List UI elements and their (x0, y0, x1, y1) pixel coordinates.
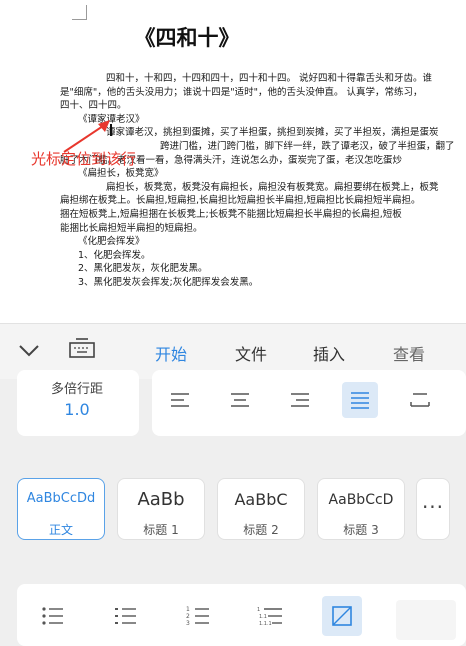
style-normal[interactable]: AaBbCcDd 正文 (17, 478, 105, 540)
align-justify-button[interactable] (342, 382, 378, 418)
style-sample: AaBbC (234, 490, 288, 509)
doc-line: 扁担绑在板凳上。长扁担,短扁担,长扁担比短扁担长半扁担,短扁担比长扁担短半扁担。 (60, 195, 421, 207)
style-name: 标题 1 (143, 523, 179, 537)
doc-line: 四和十，十和四，十四和四十，四十和十四。 说好四和十得靠舌头和牙齿。谁 (106, 73, 433, 84)
multilevel-list-button[interactable]: 1 1.1 1.1.1 (252, 596, 292, 636)
svg-text:1: 1 (186, 606, 190, 613)
style-sample: AaBb (137, 489, 185, 510)
more-styles-button[interactable]: ··· (416, 478, 450, 540)
tab-view[interactable]: 查看 (393, 341, 425, 365)
svg-text:1: 1 (257, 607, 260, 613)
doc-line: 1、化肥会挥发。 (78, 249, 151, 261)
align-distributed-icon (410, 393, 430, 407)
style-heading-2[interactable]: AaBbC 标题 2 (217, 478, 305, 540)
doc-line: 2、黑化肥发灰，灰化肥发黑。 (78, 263, 208, 275)
doc-line: 捆在短板凳上,短扁担捆在长板凳上;长板凳不能捆比短扁担长半扁担的长扁担,短板 (60, 208, 402, 220)
obscured-area (396, 600, 456, 640)
tab-file[interactable]: 文件 (235, 341, 267, 365)
align-distributed-button[interactable] (402, 382, 438, 418)
line-spacing-value: 1.0 (64, 400, 90, 419)
bullet-list-icon (42, 607, 63, 625)
style-name: 标题 3 (343, 523, 379, 537)
align-center-button[interactable] (222, 382, 258, 418)
style-name: 正文 (48, 523, 73, 537)
svg-text:3: 3 (186, 620, 190, 627)
doc-line: 3、黑化肥发灰会挥发;灰化肥挥发会发黑。 (78, 276, 259, 288)
align-left-button[interactable] (162, 382, 198, 418)
alignment-card (152, 370, 466, 436)
svg-text:1.1: 1.1 (259, 614, 267, 620)
doc-line: 谭家谭老汉，挑担到蛋摊，买了半担蛋，挑担到炭摊，买了半担炭，满担是蛋炭 (106, 127, 439, 139)
border-button[interactable] (322, 596, 362, 636)
style-heading-3[interactable]: AaBbCcD 标题 3 (317, 478, 405, 540)
align-center-icon (231, 393, 249, 407)
doc-line: 能捆比长扁担短半扁担的短扁担。 (60, 222, 203, 234)
tab-home[interactable]: 开始 (155, 341, 187, 365)
style-sample: AaBbCcD (328, 492, 394, 508)
svg-text:1.1.1: 1.1.1 (259, 621, 272, 627)
dash-list-button[interactable] (106, 596, 146, 636)
page-margin-mark (72, 5, 87, 20)
border-icon (332, 606, 352, 626)
align-right-icon (291, 393, 309, 407)
doc-line: 跨进门槛，进门跨门槛，脚下绊一绊，跌了谭老汉，破了半担蛋，翻了 (160, 140, 455, 152)
doc-line: 《扁担长，板凳宽》 (78, 168, 164, 180)
keyboard-icon[interactable] (68, 337, 96, 363)
line-spacing-label: 多倍行距 (50, 382, 103, 397)
doc-body[interactable]: 四和十，十和四，十四和四十，四十和十四。 说好四和十得靠舌头和牙齿。谁 是"细席… (60, 72, 466, 290)
more-icon: ··· (421, 495, 445, 519)
chevron-down-icon[interactable] (18, 344, 40, 358)
doc-line: 《谭家谭老汉》 (78, 113, 145, 125)
dash-list-icon (115, 608, 136, 624)
bullet-list-button[interactable] (33, 596, 73, 636)
doc-line: 是"细席"，他的舌头没用力；谁说十四是"适时"，他的舌头没伸直。 认真学，常练习… (60, 86, 423, 98)
svg-text:2: 2 (186, 613, 190, 620)
doc-line: 《化肥会挥发》 (78, 236, 145, 248)
annotation-text: 光标定位到该行 (31, 150, 137, 168)
align-left-icon (171, 393, 189, 407)
align-justify-icon (351, 392, 369, 409)
doc-title: 《四和十》 (134, 25, 240, 50)
tab-insert[interactable]: 插入 (313, 341, 345, 365)
align-right-button[interactable] (282, 382, 318, 418)
style-heading-1[interactable]: AaBb 标题 1 (117, 478, 205, 540)
numbered-list-icon: 1 2 3 (186, 606, 209, 627)
doc-line: 扁担长，板凳宽，板凳没有扁担长，扁担没有板凳宽。扁担要绑在板凳上，板凳 (106, 181, 439, 193)
style-name: 标题 2 (243, 523, 279, 537)
doc-line: 四十、四十四。 (60, 100, 127, 112)
line-spacing-card[interactable]: 多倍行距 1.0 (17, 370, 139, 436)
document-page[interactable]: 《四和十》 四和十，十和四，十四和四十，四十和十四。 说好四和十得靠舌头和牙齿。… (0, 0, 466, 323)
numbered-list-button[interactable]: 1 2 3 (179, 596, 219, 636)
style-sample: AaBbCcDd (26, 491, 96, 506)
multilevel-list-icon: 1 1.1 1.1.1 (257, 607, 282, 627)
